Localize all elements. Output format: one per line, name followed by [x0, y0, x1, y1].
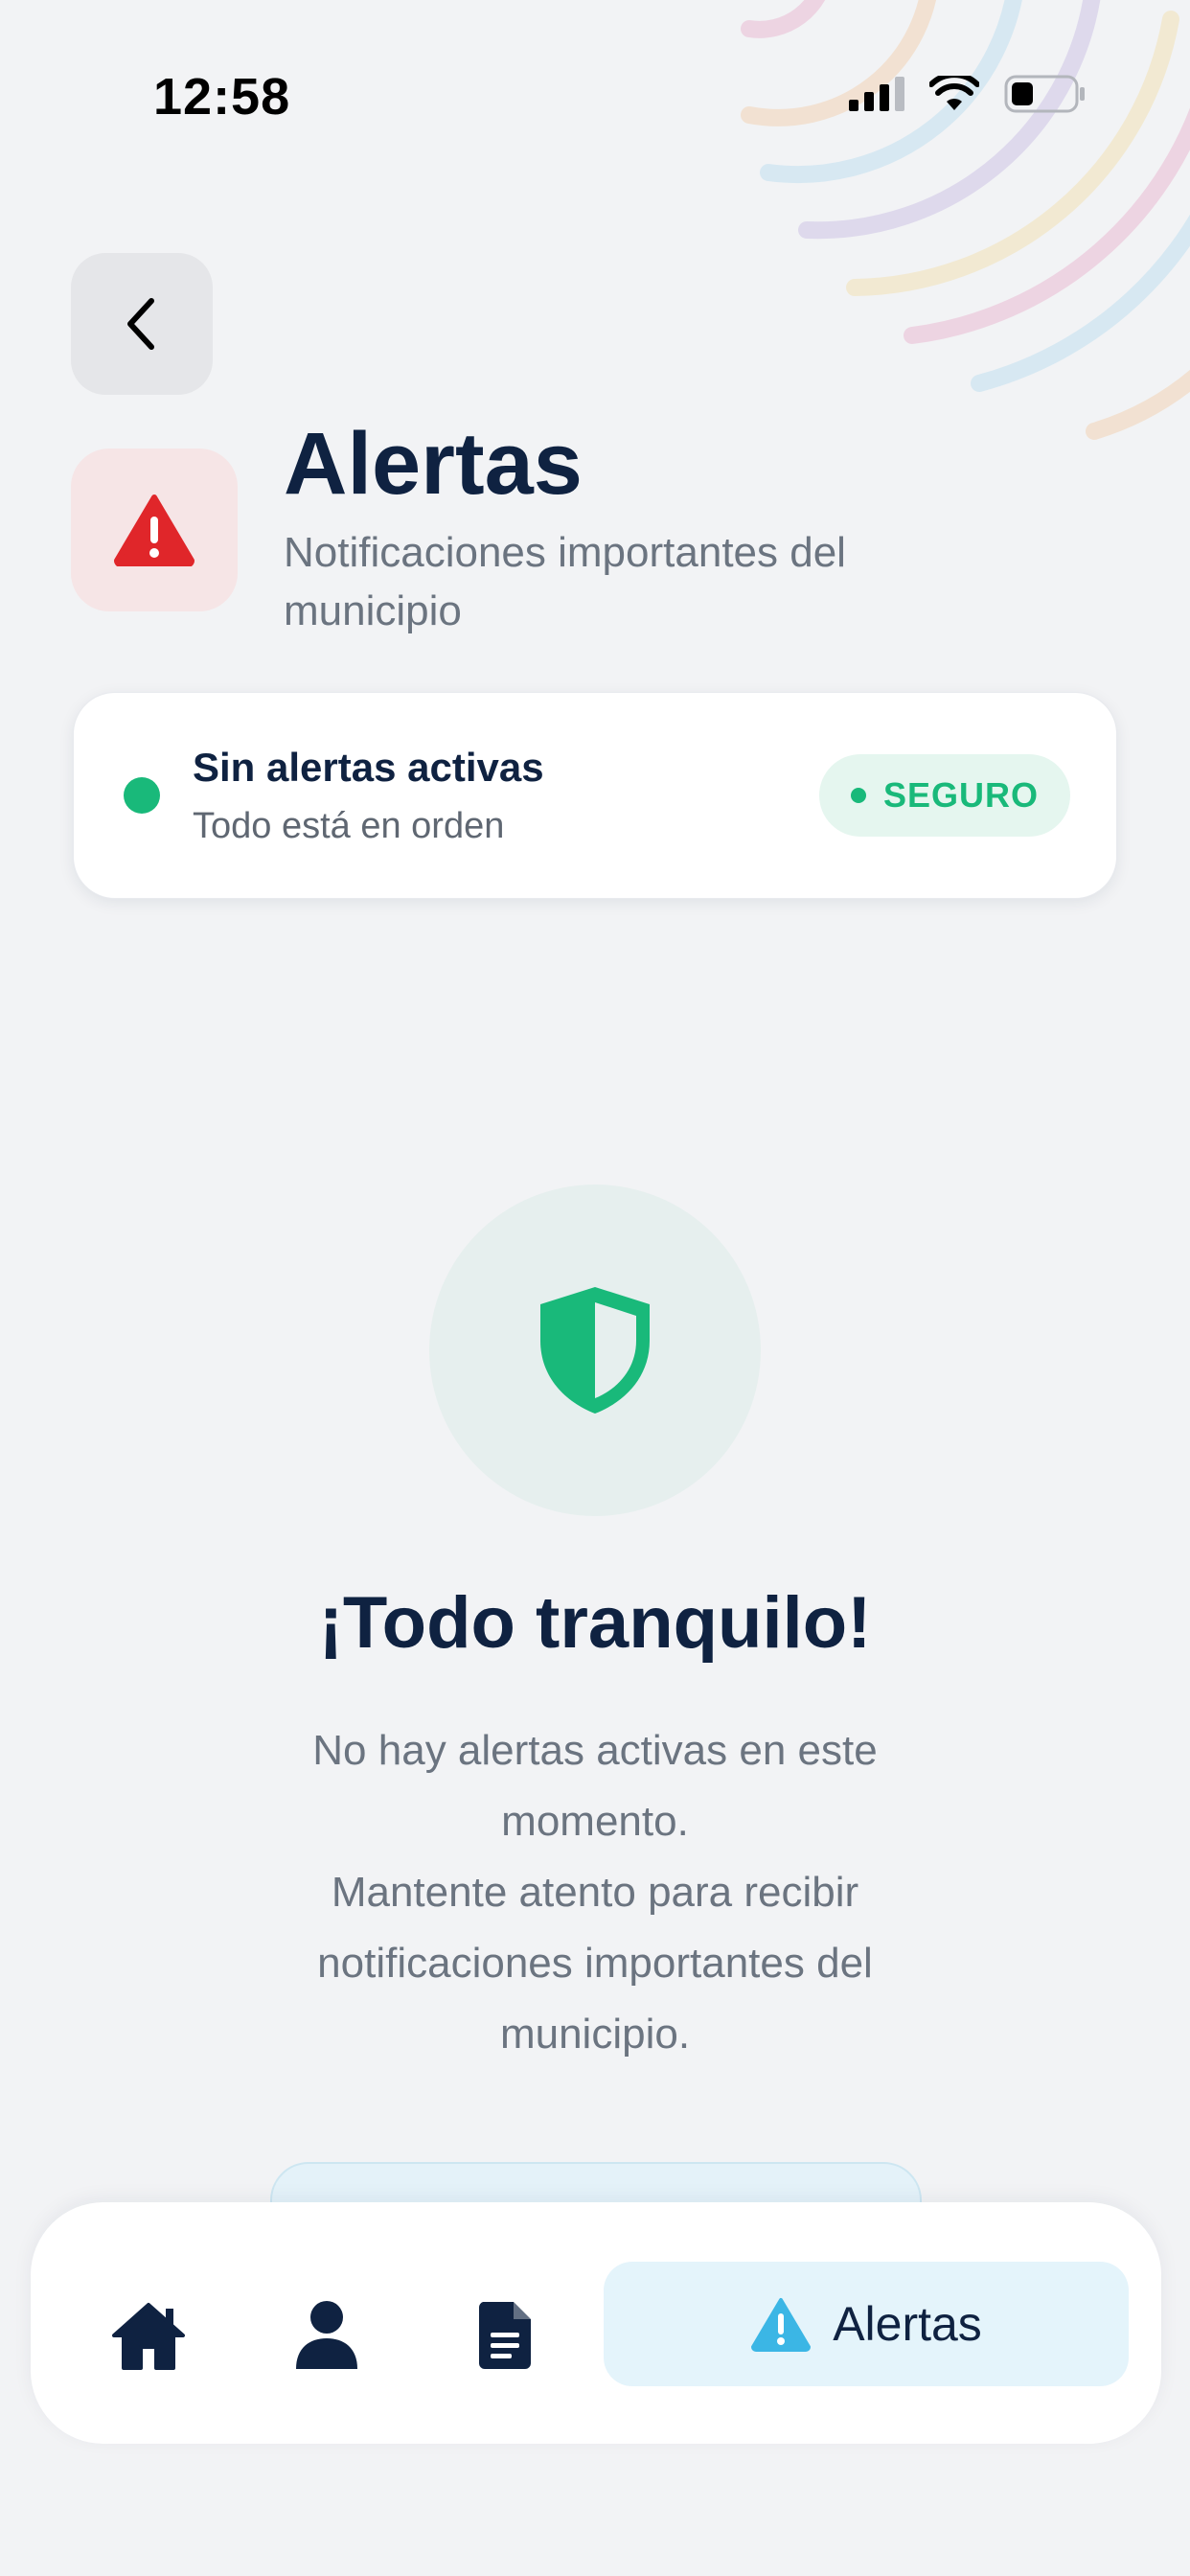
badge-dot [850, 788, 866, 803]
badge-label: SEGURO [882, 775, 1040, 815]
shield-illustration [429, 1184, 761, 1516]
nav-alerts-label: Alertas [833, 2297, 982, 2351]
page-subtitle: Notificaciones importantes del municipio [284, 529, 846, 634]
alert-status-card: Sin alertas activas Todo está en orden S… [73, 692, 1117, 899]
nav-alerts[interactable]: Alertas [604, 2262, 1129, 2386]
page-title: Alertas [284, 415, 583, 513]
empty-state-title: ¡Todo tranquilo! [318, 1582, 872, 1664]
user-icon [296, 2301, 357, 2369]
nav-home[interactable] [105, 2292, 192, 2379]
cellular-signal-icon [849, 77, 904, 111]
status-time: 12:58 [153, 68, 291, 126]
battery-icon [1004, 75, 1085, 113]
chevron-left-icon [127, 298, 154, 350]
status-dot [124, 777, 160, 814]
decorative-arcs [741, 0, 1190, 440]
back-button[interactable] [71, 253, 213, 395]
status-card-subtitle: Todo está en orden [193, 806, 505, 846]
bottom-navigation: Alertas [31, 2202, 1161, 2444]
nav-profile[interactable] [284, 2292, 370, 2379]
home-icon [112, 2303, 185, 2370]
shield-icon [540, 1287, 650, 1414]
status-card-title: Sin alertas activas [193, 745, 544, 790]
status-badge: SEGURO [819, 754, 1070, 837]
empty-state-message: No hay alertas activas en este momento. … [260, 1715, 930, 2070]
alert-header-tile [71, 448, 238, 611]
nav-documents[interactable] [462, 2292, 548, 2379]
empty-state-line-1: No hay alertas activas en este momento. [312, 1727, 878, 1845]
document-icon [478, 2302, 531, 2369]
wifi-icon [929, 76, 979, 110]
empty-state-line-2: Mantente atento para recibir notificacio… [317, 1869, 873, 2058]
warning-icon [114, 494, 195, 566]
status-icons [849, 75, 1087, 113]
warning-icon [751, 2298, 812, 2352]
